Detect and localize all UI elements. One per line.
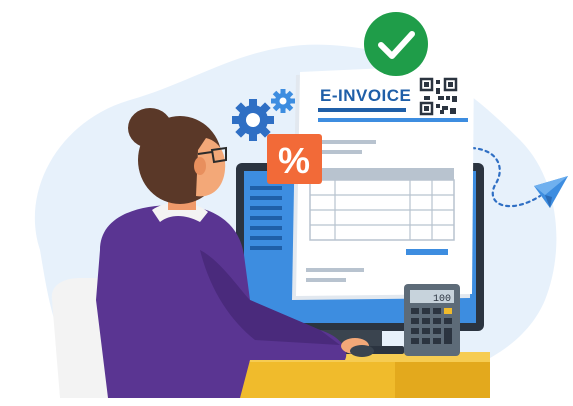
mouse <box>350 345 374 357</box>
calculator-display: 100 <box>433 294 451 305</box>
invoice-title: E-INVOICE <box>320 86 411 105</box>
percent-badge: % <box>267 134 322 184</box>
e-invoice-illustration: E-INVOICE % 100 <box>34 12 568 398</box>
check-icon <box>364 12 428 76</box>
qr-code-icon <box>419 77 458 116</box>
invoice-total-bar <box>406 249 448 255</box>
calculator-icon: 100 <box>404 284 460 356</box>
percent-symbol: % <box>278 140 310 181</box>
